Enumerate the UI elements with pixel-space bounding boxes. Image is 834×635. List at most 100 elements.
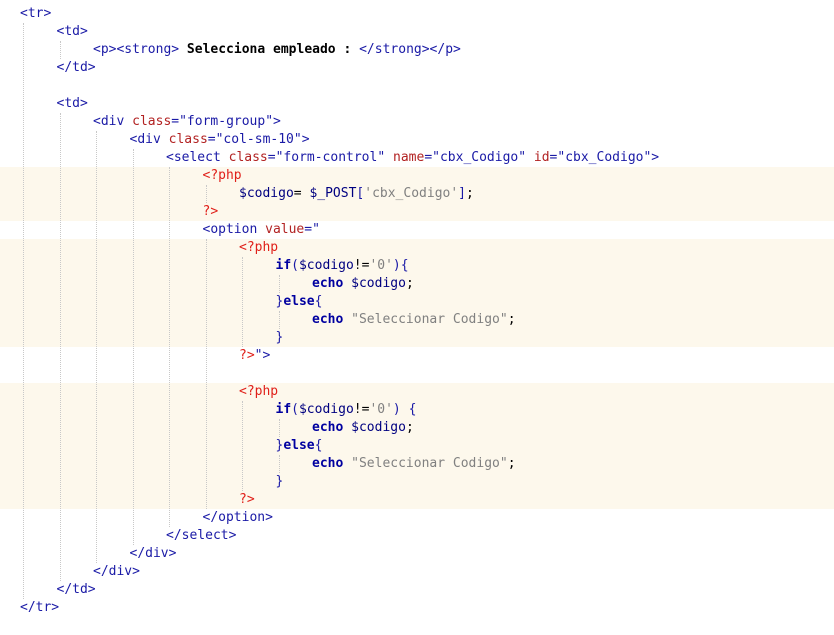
html-tag-token: =: [267, 150, 276, 165]
keyword-token: echo: [312, 456, 344, 471]
code-line[interactable]: </option>: [0, 509, 834, 527]
attribute-name-token: id: [533, 150, 550, 165]
code-line[interactable]: [0, 77, 834, 95]
indent-guide: [278, 311, 280, 329]
code-line-text: </select>: [166, 527, 236, 545]
code-line-text: if($codigo!='0') {: [276, 401, 417, 419]
code-line[interactable]: [0, 365, 834, 383]
code-line-text: ?>: [203, 203, 219, 221]
code-line-text: <?php: [203, 167, 242, 185]
code-token: !=: [353, 402, 370, 417]
code-line[interactable]: ?>">: [0, 347, 834, 365]
code-line[interactable]: </div>: [0, 563, 834, 581]
punctuation-token: ]: [458, 186, 466, 201]
indent-guide: [205, 239, 207, 509]
string-literal-token: '0': [369, 258, 393, 273]
code-line-text: }: [276, 473, 284, 491]
code-line-text: </div>: [93, 563, 140, 581]
code-line[interactable]: echo $codigo;: [0, 419, 834, 437]
html-tag-token: </tr>: [20, 600, 60, 615]
code-line-text: <td>: [57, 23, 88, 41]
code-editor[interactable]: <tr> <td> <p><strong> Selecciona empleado …: [0, 0, 834, 635]
code-line[interactable]: </td>: [0, 581, 834, 599]
code-line[interactable]: <option value=": [0, 221, 834, 239]
html-tag-token: =: [424, 150, 433, 165]
code-token: !=: [353, 258, 370, 273]
indent-guide: [278, 275, 280, 293]
code-line[interactable]: echo "Seleccionar Codigo";: [0, 455, 834, 473]
code-token: ;: [466, 186, 474, 201]
indent-guide: [278, 455, 280, 473]
code-line[interactable]: </tr>: [0, 599, 834, 617]
code-line[interactable]: if($codigo!='0') {: [0, 401, 834, 419]
keyword-token: echo: [312, 420, 344, 435]
code-line-text: </tr>: [20, 599, 59, 617]
code-line[interactable]: }else{: [0, 293, 834, 311]
punctuation-token: {: [314, 294, 323, 309]
code-line-text: }else{: [276, 437, 323, 455]
code-line[interactable]: }: [0, 329, 834, 347]
attribute-value-token: ">: [254, 348, 271, 363]
code-line[interactable]: echo $codigo;: [0, 275, 834, 293]
code-line[interactable]: [0, 617, 834, 635]
attribute-name-token: name: [393, 150, 425, 165]
punctuation-token: {: [314, 438, 323, 453]
indent-guide: [59, 113, 61, 581]
code-line-text: }: [276, 329, 284, 347]
punctuation-token: ) {: [392, 402, 417, 417]
indent-guide: [23, 23, 24, 599]
html-tag-token: <td>: [56, 96, 88, 111]
code-line[interactable]: ?>: [0, 491, 834, 509]
keyword-token: echo: [312, 276, 344, 291]
variable-token: $_POST: [309, 186, 357, 201]
attribute-name-token: value: [265, 222, 305, 237]
variable-token: $codigo: [298, 258, 354, 273]
html-tag-token: [385, 150, 393, 165]
keyword-token: echo: [312, 312, 344, 327]
code-line[interactable]: }else{: [0, 437, 834, 455]
attribute-value-token: "form-group": [179, 114, 274, 129]
indent-guide: [59, 41, 61, 59]
attribute-value-token: "cbx_Codigo": [432, 150, 527, 165]
variable-token: $codigo: [351, 420, 406, 435]
code-line[interactable]: if($codigo!='0'){: [0, 257, 834, 275]
code-line[interactable]: <p><strong> Selecciona empleado : </stro…: [0, 41, 834, 59]
code-line[interactable]: <div class="col-sm-10">: [0, 131, 834, 149]
html-tag-token: <select: [166, 150, 229, 165]
code-line-text: <td>: [57, 95, 88, 113]
code-line[interactable]: </td>: [0, 59, 834, 77]
indent-guide: [278, 419, 280, 437]
html-tag-token: [526, 150, 534, 165]
code-line[interactable]: $codigo= $_POST['cbx_Codigo'];: [0, 185, 834, 203]
punctuation-token: }: [275, 474, 284, 489]
code-line[interactable]: <td>: [0, 23, 834, 41]
indent-guide: [96, 131, 97, 563]
code-line-text: <?php: [239, 239, 278, 257]
code-line[interactable]: </div>: [0, 545, 834, 563]
code-line[interactable]: <?php: [0, 167, 834, 185]
php-delimiter-token: ?>: [239, 348, 255, 363]
code-line-text: <div class="form-group">: [93, 113, 281, 131]
code-line[interactable]: echo "Seleccionar Codigo";: [0, 311, 834, 329]
code-token: ;: [405, 420, 414, 435]
punctuation-token: }: [275, 330, 284, 345]
code-line[interactable]: }: [0, 473, 834, 491]
code-line-text: <select class="form-control" name="cbx_C…: [166, 149, 659, 167]
code-line-text: }else{: [276, 293, 323, 311]
indent-guide: [132, 149, 134, 545]
punctuation-token: ){: [392, 258, 409, 273]
code-token: ;: [405, 276, 414, 291]
code-line[interactable]: <?php: [0, 239, 834, 257]
html-tag-token: </div>: [93, 564, 140, 579]
code-line[interactable]: <tr>: [0, 5, 834, 23]
code-line-text: </option>: [203, 509, 273, 527]
code-line[interactable]: <div class="form-group">: [0, 113, 834, 131]
code-line[interactable]: <td>: [0, 95, 834, 113]
code-line[interactable]: </select>: [0, 527, 834, 545]
code-line[interactable]: <select class="form-control" name="cbx_C…: [0, 149, 834, 167]
attribute-value-token: "cbx_Codigo": [557, 150, 652, 165]
code-line[interactable]: ?>: [0, 203, 834, 221]
code-line-text: $codigo= $_POST['cbx_Codigo'];: [239, 185, 474, 203]
code-line[interactable]: <?php: [0, 383, 834, 401]
php-delimiter-token: <?php: [239, 240, 279, 255]
